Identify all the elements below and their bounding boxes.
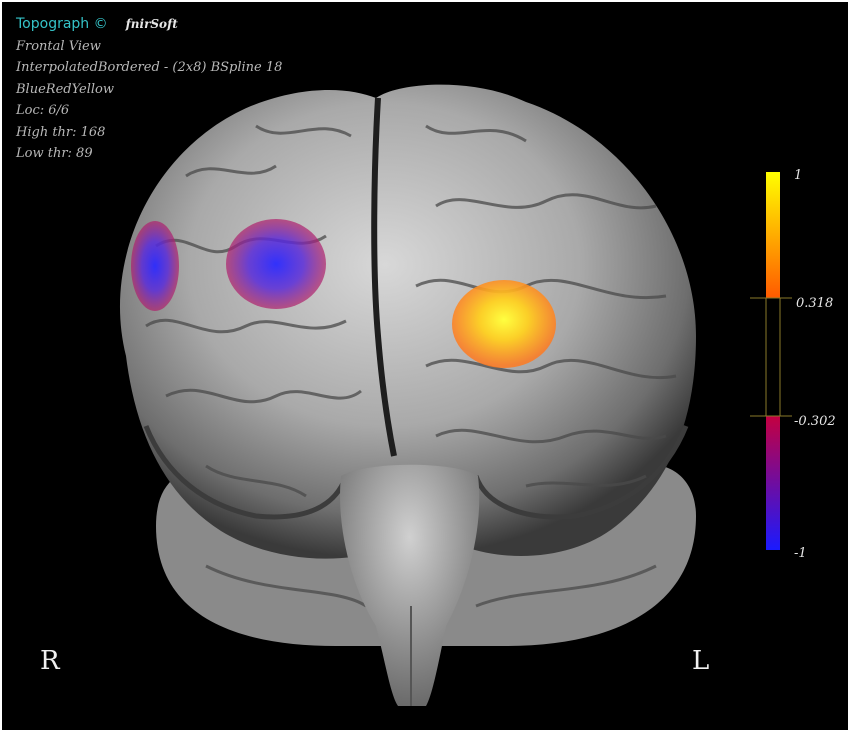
brain-viewport: Topograph © fnirSoft Frontal View Interp… — [6, 6, 844, 726]
colorbar-lower-threshold-label: -0.302 — [794, 414, 836, 429]
interpolation-label: InterpolatedBordered - (2x8) BSpline 18 — [16, 60, 283, 75]
colorbar: 1 0.318 -0.302 -1 — [746, 168, 846, 561]
view-label: Frontal View — [16, 38, 101, 54]
colorbar-negative-segment — [766, 416, 780, 550]
colorbar-upper-threshold-label: 0.318 — [796, 296, 834, 311]
app-name: Topograph © — [16, 16, 108, 32]
low-threshold-label: Low thr: 89 — [16, 146, 93, 161]
info-panel: Topograph © fnirSoft Frontal View Interp… — [16, 14, 282, 165]
colorbar-max-label: 1 — [794, 168, 803, 183]
colorbar-graphic — [750, 172, 792, 550]
right-hemisphere-label: R — [40, 646, 60, 676]
left-hemisphere-label: L — [692, 646, 710, 676]
colorbar-min-label: -1 — [794, 546, 807, 561]
colorbar-positive-segment — [766, 172, 780, 298]
topograph-window: Topograph © fnirSoft Frontal View Interp… — [0, 0, 850, 732]
high-threshold-label: High thr: 168 — [16, 124, 106, 140]
activation-blob-negative-1 — [131, 221, 179, 311]
colorbar-neutral-segment — [765, 297, 781, 417]
colormap-label: BlueRedYellow — [16, 81, 114, 97]
activation-blob-negative-2 — [226, 219, 326, 309]
vendor-name: fnirSoft — [125, 17, 178, 31]
activation-blob-positive-1 — [452, 280, 556, 368]
loc-label: Loc: 6/6 — [16, 103, 70, 118]
